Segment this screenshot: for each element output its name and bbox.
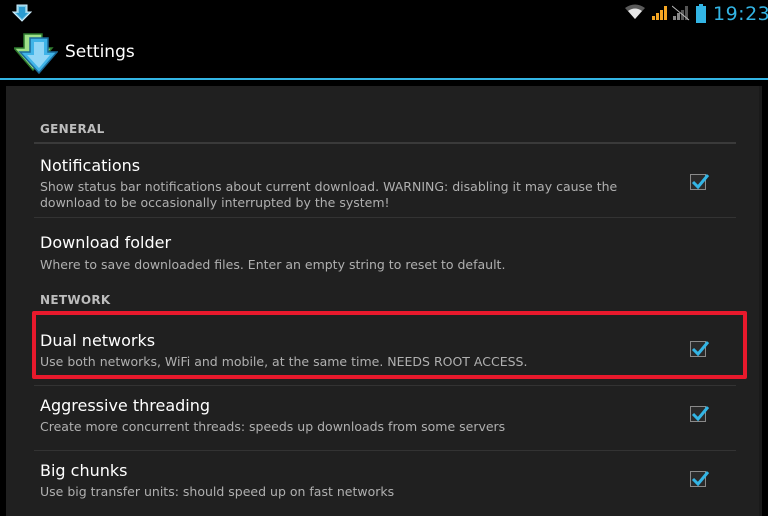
- checkmark-icon: [691, 471, 710, 487]
- pref-summary: Show status bar notifications about curr…: [40, 179, 618, 210]
- action-bar: Settings: [0, 28, 768, 78]
- list-divider: [34, 385, 736, 386]
- pref-summary: Where to save downloaded files. Enter an…: [40, 257, 506, 272]
- action-bar-divider: [0, 78, 768, 80]
- page-title: Settings: [65, 42, 135, 62]
- pref-summary: Create more concurrent threads: speeds u…: [40, 419, 506, 434]
- pref-title: Big chunks: [40, 461, 128, 480]
- list-divider: [34, 217, 736, 218]
- category-network: NETWORK: [40, 293, 111, 307]
- scrollbar[interactable]: [759, 86, 762, 516]
- category-general: GENERAL: [40, 122, 105, 136]
- pref-summary: Use big transfer units: should speed up …: [40, 484, 395, 499]
- pref-title: Download folder: [40, 233, 172, 252]
- download-arrow-icon: [12, 4, 32, 22]
- pref-title: Notifications: [40, 156, 141, 175]
- category-divider: [34, 142, 736, 144]
- settings-list: GENERAL Notifications Show status bar no…: [6, 86, 762, 516]
- status-bar: 19:23: [0, 0, 768, 28]
- cell-signal-weak-icon: [672, 5, 690, 21]
- download-arrow-icon[interactable]: [14, 32, 58, 74]
- wifi-icon: [625, 4, 645, 19]
- list-divider: [34, 450, 736, 451]
- status-clock: 19:23: [713, 3, 768, 25]
- checkmark-icon: [691, 174, 710, 190]
- aggressive-threading-checkbox[interactable]: [690, 406, 710, 422]
- cell-signal-icon: [652, 6, 667, 20]
- notifications-checkbox[interactable]: [690, 174, 710, 190]
- highlight-box: [32, 311, 747, 379]
- big-chunks-checkbox[interactable]: [690, 471, 710, 487]
- battery-icon: [696, 4, 706, 23]
- pref-title: Aggressive threading: [40, 396, 211, 415]
- checkmark-icon: [691, 406, 710, 422]
